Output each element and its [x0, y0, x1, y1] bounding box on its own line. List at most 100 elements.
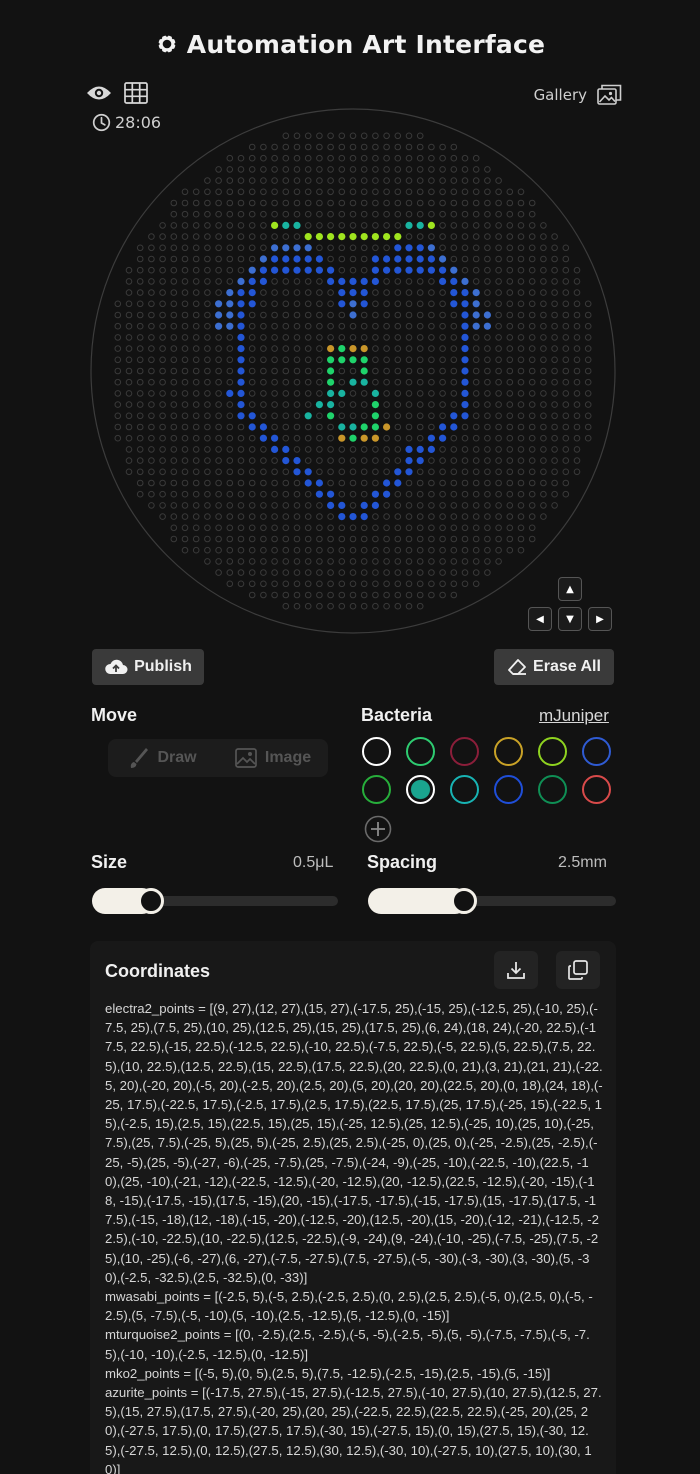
- well-empty[interactable]: [484, 401, 491, 408]
- well-filled[interactable]: [461, 401, 469, 409]
- well-empty[interactable]: [416, 233, 424, 240]
- well-empty[interactable]: [472, 569, 480, 576]
- well-empty[interactable]: [215, 289, 222, 296]
- well-empty[interactable]: [517, 446, 525, 453]
- well-empty[interactable]: [293, 502, 301, 509]
- well-empty[interactable]: [327, 154, 334, 162]
- well-empty[interactable]: [304, 334, 312, 341]
- well-empty[interactable]: [260, 166, 267, 173]
- well-empty[interactable]: [383, 446, 390, 453]
- well-empty[interactable]: [148, 278, 155, 285]
- well-empty[interactable]: [316, 311, 323, 319]
- well-empty[interactable]: [215, 177, 222, 184]
- well-empty[interactable]: [215, 188, 222, 196]
- well-empty[interactable]: [260, 143, 267, 151]
- well-empty[interactable]: [461, 468, 469, 476]
- well-empty[interactable]: [540, 401, 547, 408]
- well-empty[interactable]: [148, 233, 155, 240]
- well-empty[interactable]: [327, 434, 334, 442]
- well-empty[interactable]: [551, 300, 558, 308]
- well-empty[interactable]: [484, 479, 491, 487]
- well-filled[interactable]: [304, 468, 312, 476]
- well-empty[interactable]: [540, 322, 547, 330]
- well-empty[interactable]: [237, 423, 245, 431]
- well-empty[interactable]: [293, 289, 301, 296]
- well-empty[interactable]: [282, 289, 290, 296]
- well-empty[interactable]: [159, 412, 166, 420]
- well-filled[interactable]: [394, 244, 402, 252]
- well-empty[interactable]: [428, 300, 435, 308]
- well-empty[interactable]: [271, 569, 278, 576]
- well-empty[interactable]: [327, 322, 334, 330]
- well-filled[interactable]: [461, 311, 469, 319]
- well-empty[interactable]: [484, 412, 491, 420]
- well-empty[interactable]: [226, 446, 234, 453]
- well-empty[interactable]: [293, 423, 301, 431]
- well-empty[interactable]: [271, 502, 278, 509]
- well-empty[interactable]: [540, 513, 547, 520]
- well-empty[interactable]: [472, 412, 480, 420]
- well-filled[interactable]: [338, 233, 346, 241]
- well-empty[interactable]: [372, 457, 379, 464]
- well-empty[interactable]: [528, 210, 536, 218]
- well-empty[interactable]: [573, 434, 581, 442]
- well-empty[interactable]: [293, 367, 301, 375]
- well-empty[interactable]: [506, 188, 514, 196]
- well-filled[interactable]: [282, 266, 290, 274]
- well-empty[interactable]: [562, 401, 570, 408]
- well-empty[interactable]: [484, 490, 491, 498]
- well-empty[interactable]: [439, 479, 446, 487]
- move-left-button[interactable]: ◀: [528, 607, 552, 631]
- well-empty[interactable]: [293, 412, 301, 420]
- well-empty[interactable]: [528, 513, 536, 520]
- well-empty[interactable]: [260, 356, 267, 364]
- well-empty[interactable]: [439, 334, 446, 341]
- well-filled[interactable]: [405, 445, 413, 453]
- well-empty[interactable]: [237, 446, 245, 453]
- well-empty[interactable]: [360, 322, 368, 330]
- well-empty[interactable]: [215, 468, 222, 476]
- well-filled[interactable]: [416, 244, 424, 252]
- well-empty[interactable]: [461, 490, 469, 498]
- well-empty[interactable]: [517, 356, 525, 364]
- well-empty[interactable]: [136, 311, 144, 319]
- well-empty[interactable]: [181, 513, 189, 520]
- well-empty[interactable]: [416, 569, 424, 576]
- well-empty[interactable]: [192, 311, 200, 319]
- well-empty[interactable]: [237, 490, 245, 498]
- well-empty[interactable]: [215, 266, 222, 274]
- well-empty[interactable]: [372, 546, 379, 554]
- well-empty[interactable]: [428, 401, 435, 408]
- well-empty[interactable]: [159, 479, 166, 487]
- well-empty[interactable]: [405, 524, 413, 532]
- well-empty[interactable]: [517, 546, 525, 554]
- well-empty[interactable]: [260, 367, 267, 375]
- well-empty[interactable]: [428, 490, 435, 498]
- swatch-green[interactable]: [406, 737, 435, 766]
- well-empty[interactable]: [204, 535, 211, 543]
- well-empty[interactable]: [428, 278, 435, 285]
- well-empty[interactable]: [282, 378, 290, 386]
- well-empty[interactable]: [316, 569, 323, 576]
- well-empty[interactable]: [349, 266, 357, 274]
- well-filled[interactable]: [416, 445, 424, 453]
- well-empty[interactable]: [472, 423, 480, 431]
- well-empty[interactable]: [495, 401, 502, 408]
- well-empty[interactable]: [540, 457, 547, 464]
- well-empty[interactable]: [551, 356, 558, 364]
- well-empty[interactable]: [506, 300, 514, 308]
- well-empty[interactable]: [204, 233, 211, 240]
- well-empty[interactable]: [316, 423, 323, 431]
- well-empty[interactable]: [148, 468, 155, 476]
- well-empty[interactable]: [517, 278, 525, 285]
- well-empty[interactable]: [450, 154, 458, 162]
- well-empty[interactable]: [304, 602, 312, 610]
- well-empty[interactable]: [540, 300, 547, 308]
- well-empty[interactable]: [125, 378, 133, 386]
- well-filled[interactable]: [439, 423, 447, 431]
- well-empty[interactable]: [282, 367, 290, 375]
- well-empty[interactable]: [349, 502, 357, 509]
- well-empty[interactable]: [136, 289, 144, 296]
- well-empty[interactable]: [125, 322, 133, 330]
- well-empty[interactable]: [450, 580, 458, 588]
